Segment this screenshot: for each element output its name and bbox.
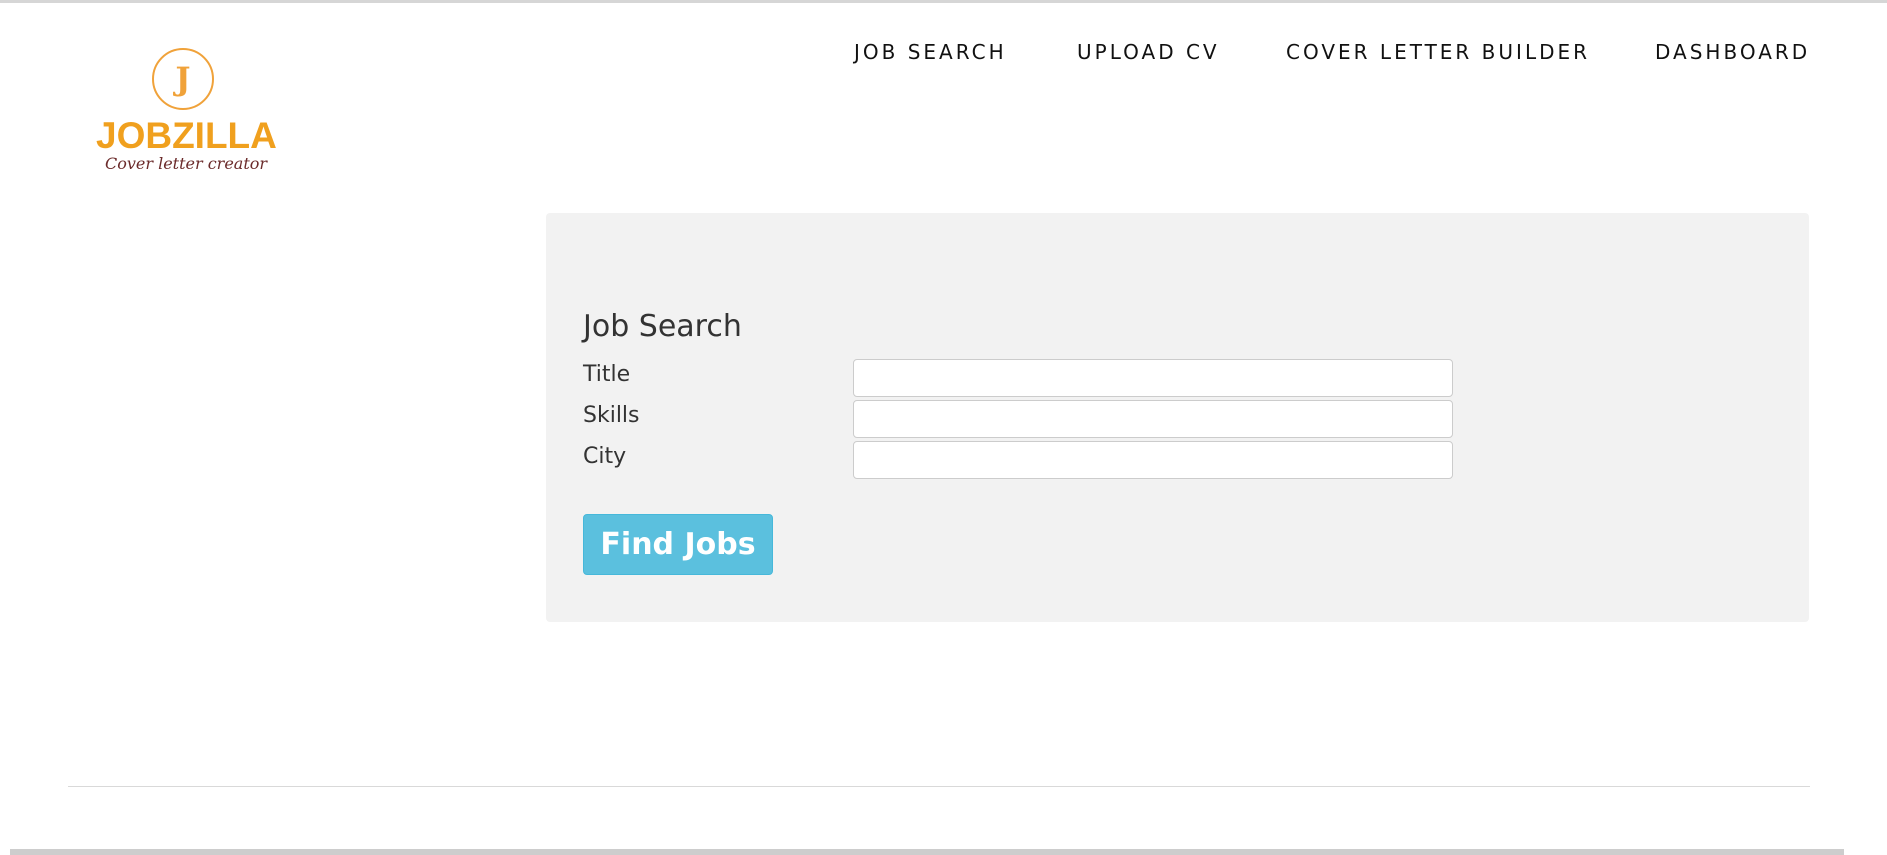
nav-dashboard[interactable]: DASHBOARD bbox=[1655, 40, 1810, 64]
job-search-panel: Job Search Title Skills City Find Jobs bbox=[546, 213, 1809, 622]
footer-divider bbox=[68, 786, 1810, 787]
nav-upload-cv[interactable]: UPLOAD CV bbox=[1077, 40, 1220, 64]
title-label: Title bbox=[583, 362, 631, 387]
logo-name: JOBZILLA bbox=[96, 115, 277, 156]
brand-logo[interactable]: J JOBZILLA Cover letter creator bbox=[96, 46, 277, 182]
scrollbar-thumb[interactable] bbox=[10, 849, 1844, 855]
title-input[interactable] bbox=[853, 359, 1453, 397]
city-input[interactable] bbox=[853, 441, 1453, 479]
skills-input[interactable] bbox=[853, 400, 1453, 438]
logo-letter: J bbox=[175, 60, 191, 98]
nav-cover-letter-builder[interactable]: COVER LETTER BUILDER bbox=[1286, 40, 1590, 64]
horizontal-scrollbar[interactable] bbox=[0, 849, 1887, 855]
logo-tagline: Cover letter creator bbox=[104, 154, 268, 173]
nav-job-search[interactable]: JOB SEARCH bbox=[854, 40, 1007, 64]
top-border bbox=[0, 0, 1887, 3]
city-label: City bbox=[583, 444, 627, 469]
find-jobs-button[interactable]: Find Jobs bbox=[583, 514, 773, 575]
job-search-title: Job Search bbox=[583, 309, 742, 344]
skills-label: Skills bbox=[583, 403, 640, 428]
